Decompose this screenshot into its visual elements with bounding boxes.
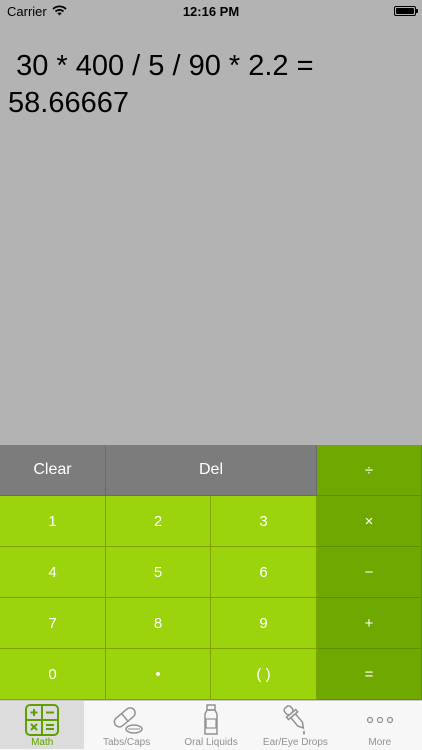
calculator-icon — [25, 703, 60, 737]
key-3-button[interactable]: 3 — [211, 496, 317, 547]
keypad: Clear Del ÷ 1 2 3 × 4 5 6 − 7 8 9 + 0 • … — [0, 445, 422, 700]
tab-bar: Math Tabs/Caps Oral Liquids Ear/Eye Drop… — [0, 700, 422, 750]
tab-oral-liquids[interactable]: Oral Liquids — [169, 701, 253, 750]
key-6-button[interactable]: 6 — [211, 547, 317, 598]
key-9-button[interactable]: 9 — [211, 598, 317, 649]
more-icon — [366, 703, 394, 737]
dropper-icon — [280, 703, 310, 737]
parentheses-button[interactable]: ( ) — [211, 649, 317, 700]
key-0-button[interactable]: 0 — [0, 649, 106, 700]
tab-ear-eye-drops-label: Ear/Eye Drops — [262, 737, 328, 748]
status-left: Carrier — [7, 4, 67, 19]
decimal-button[interactable]: • — [106, 649, 211, 700]
tab-tabs-caps[interactable]: Tabs/Caps — [84, 701, 168, 750]
carrier-label: Carrier — [7, 3, 47, 19]
tab-more[interactable]: More — [338, 701, 422, 750]
battery-icon — [394, 6, 418, 16]
bottle-icon — [201, 703, 221, 737]
status-bar: Carrier 12:16 PM — [0, 0, 422, 22]
key-1-button[interactable]: 1 — [0, 496, 106, 547]
key-8-button[interactable]: 8 — [106, 598, 211, 649]
plus-button[interactable]: + — [317, 598, 422, 649]
wifi-icon — [52, 4, 67, 19]
tab-math[interactable]: Math — [0, 701, 84, 750]
key-7-button[interactable]: 7 — [0, 598, 106, 649]
divide-button[interactable]: ÷ — [317, 445, 422, 496]
equals-button[interactable]: = — [317, 649, 422, 700]
expression-result: 30 * 400 / 5 / 90 * 2.2 = 58.66667 — [8, 50, 322, 119]
pills-icon — [110, 703, 144, 737]
minus-button[interactable]: − — [317, 547, 422, 598]
tab-math-label: Math — [31, 737, 54, 748]
key-2-button[interactable]: 2 — [106, 496, 211, 547]
tab-ear-eye-drops[interactable]: Ear/Eye Drops — [253, 701, 337, 750]
multiply-button[interactable]: × — [317, 496, 422, 547]
calculator-display: 30 * 400 / 5 / 90 * 2.2 = 58.66667 — [0, 22, 422, 445]
tab-tabs-caps-label: Tabs/Caps — [102, 737, 151, 748]
clear-button[interactable]: Clear — [0, 445, 106, 496]
key-4-button[interactable]: 4 — [0, 547, 106, 598]
tab-oral-liquids-label: Oral Liquids — [184, 737, 238, 748]
key-5-button[interactable]: 5 — [106, 547, 211, 598]
tab-more-label: More — [368, 737, 392, 748]
delete-button[interactable]: Del — [106, 445, 317, 496]
